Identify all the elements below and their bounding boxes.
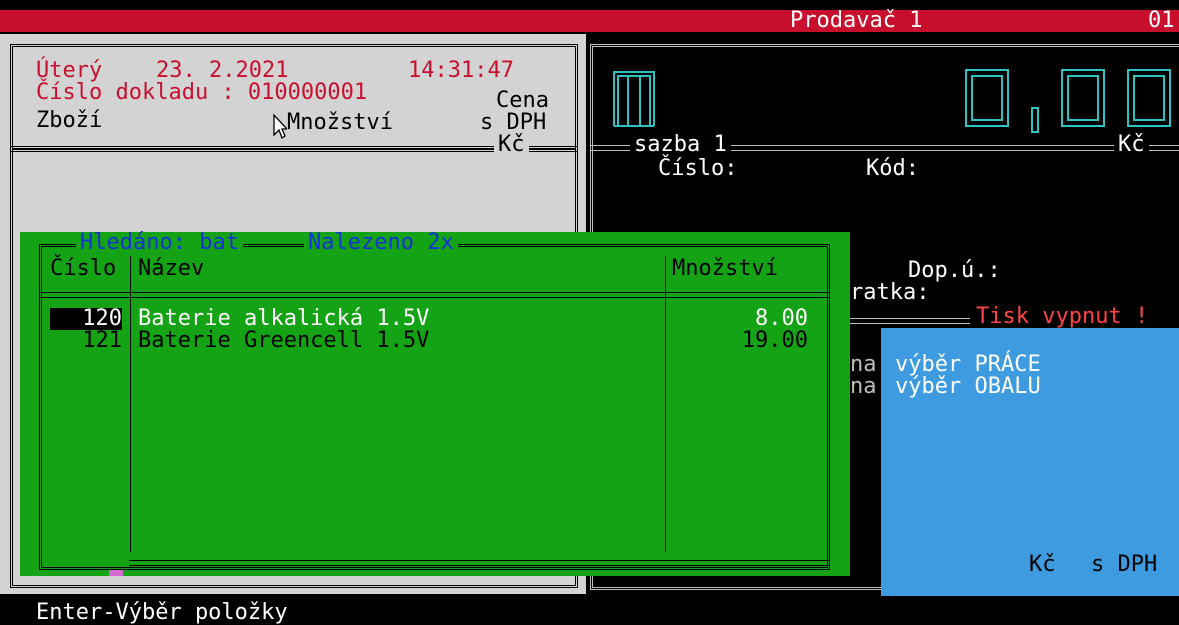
print-status-rule xyxy=(850,318,970,324)
amount-digit-0 xyxy=(965,69,1009,127)
price-label: Cena xyxy=(496,88,549,113)
row-quantity[interactable]: 8.00 xyxy=(740,308,808,330)
dialog-footer-rule xyxy=(129,560,829,566)
amount-digit-1 xyxy=(1061,69,1105,127)
options-currency: Kč xyxy=(1029,552,1056,577)
code-label: Kód: xyxy=(866,156,919,181)
goods-column-label: Zboží xyxy=(36,108,103,133)
vat-label: s DPH xyxy=(480,110,547,135)
top-bar: Prodavač 1 01 xyxy=(0,10,1179,32)
seller-code: 01 xyxy=(1148,8,1175,33)
print-status: Tisk vypnut ! xyxy=(970,306,1155,328)
dialog-header-rule xyxy=(39,292,830,298)
status-hint: Enter-Výběr položky xyxy=(36,600,288,625)
amount-comma xyxy=(1031,107,1039,133)
row-number[interactable]: 121 xyxy=(50,330,122,352)
found-count: Nalezeno 2x xyxy=(304,232,458,254)
table-row[interactable]: 121 Baterie Greencell 1.5V 19.00 xyxy=(50,330,830,352)
status-bar: Enter-Výběr položky xyxy=(0,596,1179,624)
column-header-number: Číslo xyxy=(50,256,117,281)
mouse-cursor-icon xyxy=(273,114,287,139)
side-item-1-prefix: na xyxy=(850,352,877,377)
weekday: Úterý xyxy=(36,58,103,83)
seller-label: Prodavač 1 xyxy=(790,8,923,33)
column-divider-1 xyxy=(130,256,131,552)
search-query: Hledáno: bat xyxy=(76,232,243,254)
ratka-label: ratka: xyxy=(850,280,930,305)
row-quantity[interactable]: 19.00 xyxy=(740,330,808,352)
options-panel: výběr PRÁCE výběr OBALU Kč s DPH xyxy=(881,328,1179,602)
number-label: Číslo: xyxy=(658,156,738,181)
table-row[interactable]: 120 Baterie alkalická 1.5V 8.00 xyxy=(50,308,830,330)
amount-digit-2 xyxy=(1127,69,1171,127)
option-packaging[interactable]: výběr OBALU xyxy=(895,376,1041,398)
search-results-dialog[interactable]: Hledáno: bat Nalezeno 2x Číslo Název Mno… xyxy=(20,232,850,576)
date: 23. 2.2021 xyxy=(156,58,289,83)
row-number-selected[interactable]: 120 xyxy=(50,308,122,330)
row-name[interactable]: Baterie Greencell 1.5V xyxy=(138,330,429,352)
tax-rate-label: sazba 1 xyxy=(630,134,731,156)
column-header-name: Název xyxy=(138,256,205,281)
document-number: Číslo dokladu : 010000001 xyxy=(36,80,368,105)
display-currency: Kč xyxy=(1114,134,1149,156)
row-name[interactable]: Baterie alkalická 1.5V xyxy=(138,308,429,330)
dop-label: Dop.ú.: xyxy=(908,258,1001,283)
text-cursor xyxy=(109,570,123,576)
option-work[interactable]: výběr PRÁCE xyxy=(895,354,1041,376)
display-symbol-icon xyxy=(613,71,655,127)
options-vat: s DPH xyxy=(1091,552,1158,577)
column-divider-2 xyxy=(665,256,666,552)
time: 14:31:47 xyxy=(408,58,514,83)
currency-label: Kč xyxy=(494,134,529,156)
quantity-column-label: Množství xyxy=(287,110,393,135)
column-header-quantity: Množství xyxy=(672,256,778,281)
side-item-2-prefix: na xyxy=(850,374,877,399)
